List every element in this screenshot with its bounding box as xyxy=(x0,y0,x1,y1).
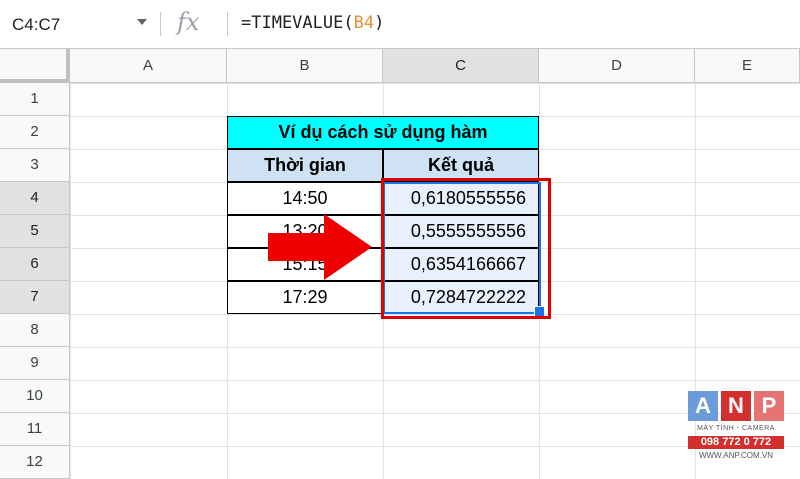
formula-prefix: =TIMEVALUE( xyxy=(241,13,354,33)
row-header-12[interactable]: 12 xyxy=(0,446,70,479)
row-header-5[interactable]: 5 xyxy=(0,215,70,248)
row-header-11[interactable]: 11 xyxy=(0,413,70,446)
highlight-box xyxy=(381,178,551,319)
row-header-10[interactable]: 10 xyxy=(0,380,70,413)
column-header-a[interactable]: A xyxy=(70,49,227,83)
formula-suffix: ) xyxy=(374,13,385,33)
formula-input[interactable]: =TIMEVALUE(B4) xyxy=(241,13,384,33)
formula-reference: B4 xyxy=(353,13,375,33)
divider xyxy=(160,12,161,36)
row-header-8[interactable]: 8 xyxy=(0,314,70,347)
name-box[interactable]: C4:C7 xyxy=(0,10,158,38)
row-header-9[interactable]: 9 xyxy=(0,347,70,380)
row-header-4[interactable]: 4 xyxy=(0,182,70,215)
formula-bar: C4:C7 fx =TIMEVALUE(B4) xyxy=(0,0,800,49)
select-all-corner[interactable] xyxy=(0,49,70,83)
anp-logo: A N P MÁY TÍNH - CAMERA 098 772 0 772 WW… xyxy=(688,391,784,467)
arrow-right-icon xyxy=(268,214,372,280)
time-cell[interactable]: 17:29 xyxy=(227,281,383,314)
chevron-down-icon[interactable] xyxy=(137,19,147,25)
logo-letter: A xyxy=(688,391,718,421)
column-header-b[interactable]: B xyxy=(227,49,383,83)
row-header-7[interactable]: 7 xyxy=(0,281,70,314)
row-header-1[interactable]: 1 xyxy=(0,83,70,116)
column-header-c[interactable]: C xyxy=(383,49,539,83)
table-title-cell[interactable]: Ví dụ cách sử dụng hàm xyxy=(227,116,539,149)
name-box-value: C4:C7 xyxy=(12,15,61,34)
row-header-6[interactable]: 6 xyxy=(0,248,70,281)
logo-tagline: MÁY TÍNH - CAMERA xyxy=(697,425,775,432)
logo-website: WWW.ANP.COM.VN xyxy=(698,451,774,460)
column-header-e[interactable]: E xyxy=(695,49,800,83)
logo-letter: P xyxy=(754,391,784,421)
fx-icon: fx xyxy=(177,8,200,36)
header-time-cell[interactable]: Thời gian xyxy=(227,149,383,182)
logo-phone: 098 772 0 772 xyxy=(688,436,784,449)
row-header-3[interactable]: 3 xyxy=(0,149,70,182)
logo-letter: N xyxy=(721,391,751,421)
divider xyxy=(227,12,228,36)
row-header-2[interactable]: 2 xyxy=(0,116,70,149)
time-cell[interactable]: 14:50 xyxy=(227,182,383,215)
column-header-d[interactable]: D xyxy=(539,49,695,83)
